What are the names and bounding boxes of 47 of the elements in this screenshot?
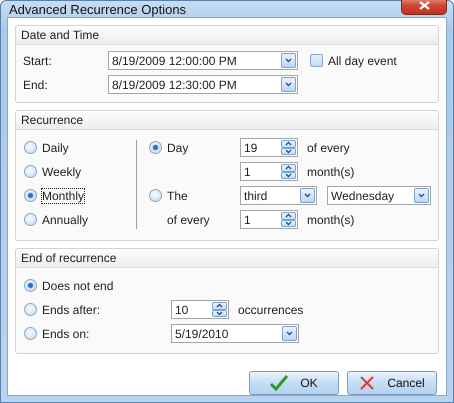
date-time-picker[interactable]: 8/19/2009 12:00:00 PM: [108, 51, 298, 70]
field-label: Start:: [23, 54, 53, 68]
field-label: End:: [23, 78, 49, 92]
spin-field[interactable]: 19: [240, 138, 298, 157]
close-button[interactable]: [401, 0, 447, 15]
unit-label: month(s): [307, 212, 354, 226]
radio-label: Daily: [42, 140, 69, 154]
close-icon: [418, 0, 430, 10]
weekday-dropdown[interactable]: Wednesday: [327, 186, 431, 205]
text-label: of every: [166, 212, 211, 226]
check-icon: [270, 375, 288, 391]
spin-arrows-icon[interactable]: [281, 164, 296, 179]
radio-label: Annually: [42, 212, 88, 226]
ordinal-dropdown[interactable]: third: [240, 186, 317, 205]
unit-label: month(s): [307, 164, 354, 178]
radio-label: Monthly: [42, 188, 84, 202]
spin-field[interactable]: 1: [240, 162, 298, 181]
unit-label: occurrences: [238, 302, 304, 316]
radio-label: Weekly: [42, 164, 82, 178]
radio-button[interactable]: [24, 213, 37, 226]
spin-field[interactable]: 1: [240, 210, 298, 229]
radio-label: Ends on:: [42, 326, 90, 340]
radio-button[interactable]: [24, 327, 37, 340]
radio-label: Does not end: [42, 278, 114, 292]
radio-label: Day: [167, 140, 188, 154]
radio-button[interactable]: [24, 189, 37, 202]
radio-button[interactable]: [149, 189, 162, 202]
cancel-button[interactable]: Cancel: [347, 371, 437, 395]
radio-button[interactable]: [24, 279, 37, 292]
date-time-picker[interactable]: 8/19/2009 12:30:00 PM: [108, 75, 298, 94]
radio-button[interactable]: [24, 141, 37, 154]
radio-label: Ends after:: [42, 302, 100, 316]
spin-field[interactable]: 10: [171, 300, 229, 319]
spin-arrows-icon[interactable]: [212, 302, 227, 317]
date-picker[interactable]: 5/19/2010: [171, 324, 299, 343]
x-icon: [359, 375, 376, 391]
radio-button[interactable]: [24, 165, 37, 178]
spin-arrows-icon[interactable]: [281, 140, 296, 155]
checkbox-label: All day event: [328, 54, 397, 68]
text-label: of every: [307, 140, 350, 154]
radio-button[interactable]: [149, 141, 162, 154]
ok-button[interactable]: OK: [249, 371, 339, 395]
radio-button[interactable]: [24, 303, 37, 316]
checkbox[interactable]: [310, 54, 323, 67]
spin-arrows-icon[interactable]: [281, 212, 296, 227]
radio-label: The: [167, 188, 188, 202]
window-title: Advanced Recurrence Options: [9, 2, 186, 16]
